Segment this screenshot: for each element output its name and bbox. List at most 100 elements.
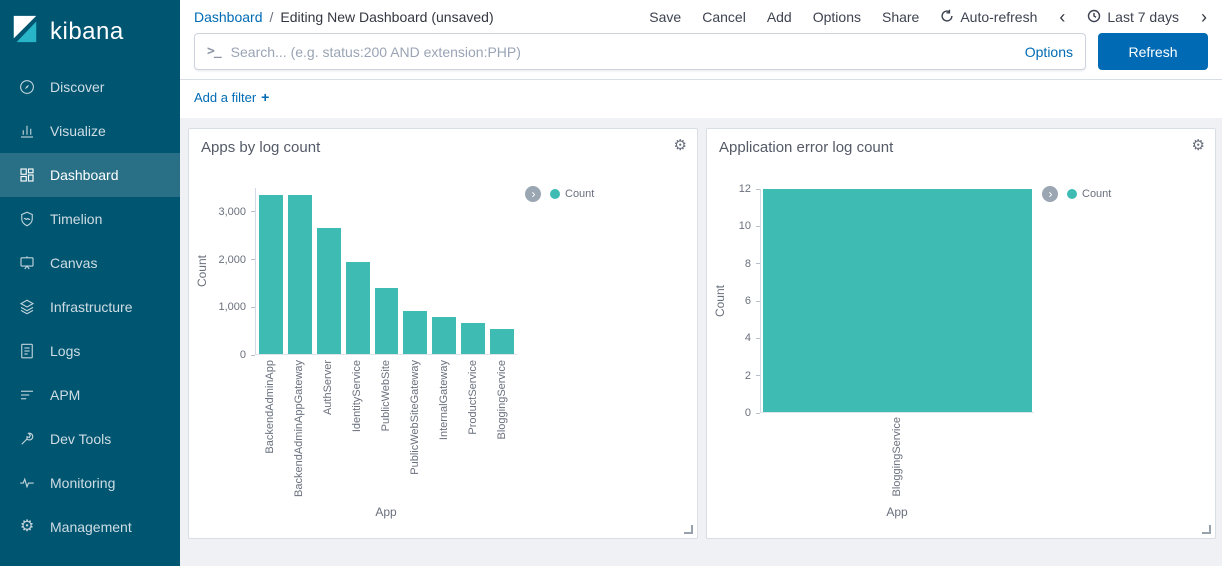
sidebar-item-label: Logs: [50, 343, 80, 359]
time-range-button[interactable]: Last 7 days: [1087, 9, 1179, 26]
dashboard-icon: [17, 166, 37, 184]
y-tick: 4: [745, 332, 760, 344]
panel-apps-by-log-count: Apps by log count ⚙ Count 01,0002,0003,0…: [188, 128, 698, 539]
resize-handle-icon[interactable]: [1202, 525, 1211, 534]
filter-bar: Add a filter +: [180, 80, 1222, 118]
sidebar-item-label: Management: [50, 519, 132, 535]
legend-toggle-icon[interactable]: ›: [1042, 186, 1058, 202]
bar-BackendAdminApp[interactable]: [259, 195, 283, 354]
sidebar-item-canvas[interactable]: Canvas: [0, 241, 180, 285]
kibana-logo[interactable]: kibana: [0, 0, 180, 65]
chevron-right-icon[interactable]: ›: [1200, 8, 1208, 26]
x-category-slot: BackendAdminApp: [258, 360, 282, 502]
sidebar-item-label: Dev Tools: [50, 431, 111, 447]
legend-item-count[interactable]: Count: [550, 188, 594, 200]
search-box: >_ Options: [194, 33, 1086, 70]
kibana-logo-icon: [10, 14, 40, 49]
panel-application-error-log-count: Application error log count ⚙ Count 0246…: [706, 128, 1216, 539]
main-content: Dashboard / Editing New Dashboard (unsav…: [180, 0, 1222, 566]
x-category-slot: ProductService: [461, 360, 485, 502]
y-tick: 2: [745, 370, 760, 382]
sidebar-item-logs[interactable]: Logs: [0, 329, 180, 373]
x-axis-title: App: [760, 505, 1034, 519]
plot-area: [760, 189, 1034, 413]
bar-PublicWebSiteGateway[interactable]: [403, 311, 427, 354]
sidebar-item-dashboard[interactable]: Dashboard: [0, 153, 180, 197]
resize-handle-icon[interactable]: [684, 525, 693, 534]
bar-BackendAdminAppGateway[interactable]: [288, 195, 312, 354]
time-range-label: Last 7 days: [1107, 9, 1179, 25]
management-icon: ⚙: [17, 519, 37, 535]
sidebar-item-apm[interactable]: APM: [0, 373, 180, 417]
x-category-label: BackendAdminAppGateway: [293, 360, 305, 497]
x-category-slot: InternalGateway: [432, 360, 456, 502]
y-tick: 0: [745, 407, 760, 419]
sidebar-item-infrastructure[interactable]: Infrastructure: [0, 285, 180, 329]
legend-label: Count: [565, 188, 594, 200]
auto-refresh-button[interactable]: Auto-refresh: [940, 9, 1037, 26]
bar-BloggingService[interactable]: [490, 329, 514, 354]
sidebar-item-dev-tools[interactable]: Dev Tools: [0, 417, 180, 461]
query-options-link[interactable]: Options: [1025, 44, 1073, 60]
x-category-label: IdentityService: [351, 360, 363, 432]
bar-InternalGateway[interactable]: [432, 317, 456, 354]
sidebar-item-discover[interactable]: Discover: [0, 65, 180, 109]
x-category-label: InternalGateway: [438, 360, 450, 440]
legend-dot-icon: [550, 189, 560, 199]
legend-item-count[interactable]: Count: [1067, 188, 1111, 200]
query-prompt-icon: >_: [207, 44, 221, 59]
x-category-slot: PublicWebSite: [374, 360, 398, 502]
sidebar-item-label: Monitoring: [50, 475, 115, 491]
cancel-button[interactable]: Cancel: [702, 9, 746, 25]
breadcrumb-dashboard-link[interactable]: Dashboard: [194, 9, 263, 25]
sidebar-item-label: Timelion: [50, 211, 102, 227]
visualize-icon: [17, 122, 37, 140]
sidebar-item-label: Visualize: [50, 123, 106, 139]
y-tick: 8: [745, 258, 760, 270]
add-button[interactable]: Add: [767, 9, 792, 25]
y-tick: 10: [739, 220, 760, 232]
bar-AuthServer[interactable]: [317, 228, 341, 354]
share-button[interactable]: Share: [882, 9, 919, 25]
bar-PublicWebSite[interactable]: [375, 288, 399, 354]
sidebar-item-label: Canvas: [50, 255, 97, 271]
kibana-app: kibana Discover Visualize: [0, 0, 1222, 566]
add-filter-label: Add a filter: [194, 90, 256, 105]
x-category-slot: PublicWebSiteGateway: [403, 360, 427, 502]
breadcrumb-current: Editing New Dashboard (unsaved): [280, 9, 493, 25]
x-category-slot: BloggingService: [763, 417, 1031, 503]
timelion-icon: [17, 210, 37, 228]
sidebar-item-monitoring[interactable]: Monitoring: [0, 461, 180, 505]
legend-label: Count: [1082, 188, 1111, 200]
sidebar-item-visualize[interactable]: Visualize: [0, 109, 180, 153]
logo-text: kibana: [50, 18, 124, 46]
bar-slot: [317, 188, 341, 354]
y-tick: 1,000: [218, 301, 255, 313]
x-labels: BackendAdminAppBackendAdminAppGatewayAut…: [255, 360, 517, 502]
bar-chart-application-error-log-count: Count 024681012 BloggingService App › Co…: [707, 129, 1215, 538]
breadcrumb-separator: /: [270, 9, 274, 25]
refresh-button[interactable]: Refresh: [1098, 33, 1208, 70]
search-input[interactable]: [231, 44, 1015, 60]
query-bar: >_ Options Refresh: [180, 28, 1222, 80]
y-axis: 024681012: [707, 189, 760, 413]
add-filter-button[interactable]: Add a filter +: [194, 89, 269, 105]
x-category-slot: BloggingService: [490, 360, 514, 502]
sidebar: kibana Discover Visualize: [0, 0, 180, 566]
sidebar-item-management[interactable]: ⚙ Management: [0, 505, 180, 549]
bar-ProductService[interactable]: [461, 323, 485, 354]
save-button[interactable]: Save: [649, 9, 681, 25]
sidebar-item-label: Infrastructure: [50, 299, 132, 315]
x-axis-title: App: [255, 505, 517, 519]
x-category-label: PublicWebSiteGateway: [409, 360, 421, 475]
bar-chart-apps-by-log-count: Count 01,0002,0003,000 BackendAdminAppBa…: [189, 129, 697, 538]
x-category-label: BackendAdminApp: [264, 360, 276, 454]
chevron-left-icon[interactable]: ‹: [1058, 8, 1066, 26]
bar-BloggingService[interactable]: [763, 189, 1032, 412]
legend-toggle-icon[interactable]: ›: [525, 186, 541, 202]
dashboard-grid: Apps by log count ⚙ Count 01,0002,0003,0…: [180, 118, 1222, 566]
bar-IdentityService[interactable]: [346, 262, 370, 354]
options-button[interactable]: Options: [813, 9, 861, 25]
x-category-label: PublicWebSite: [380, 360, 392, 431]
sidebar-item-timelion[interactable]: Timelion: [0, 197, 180, 241]
